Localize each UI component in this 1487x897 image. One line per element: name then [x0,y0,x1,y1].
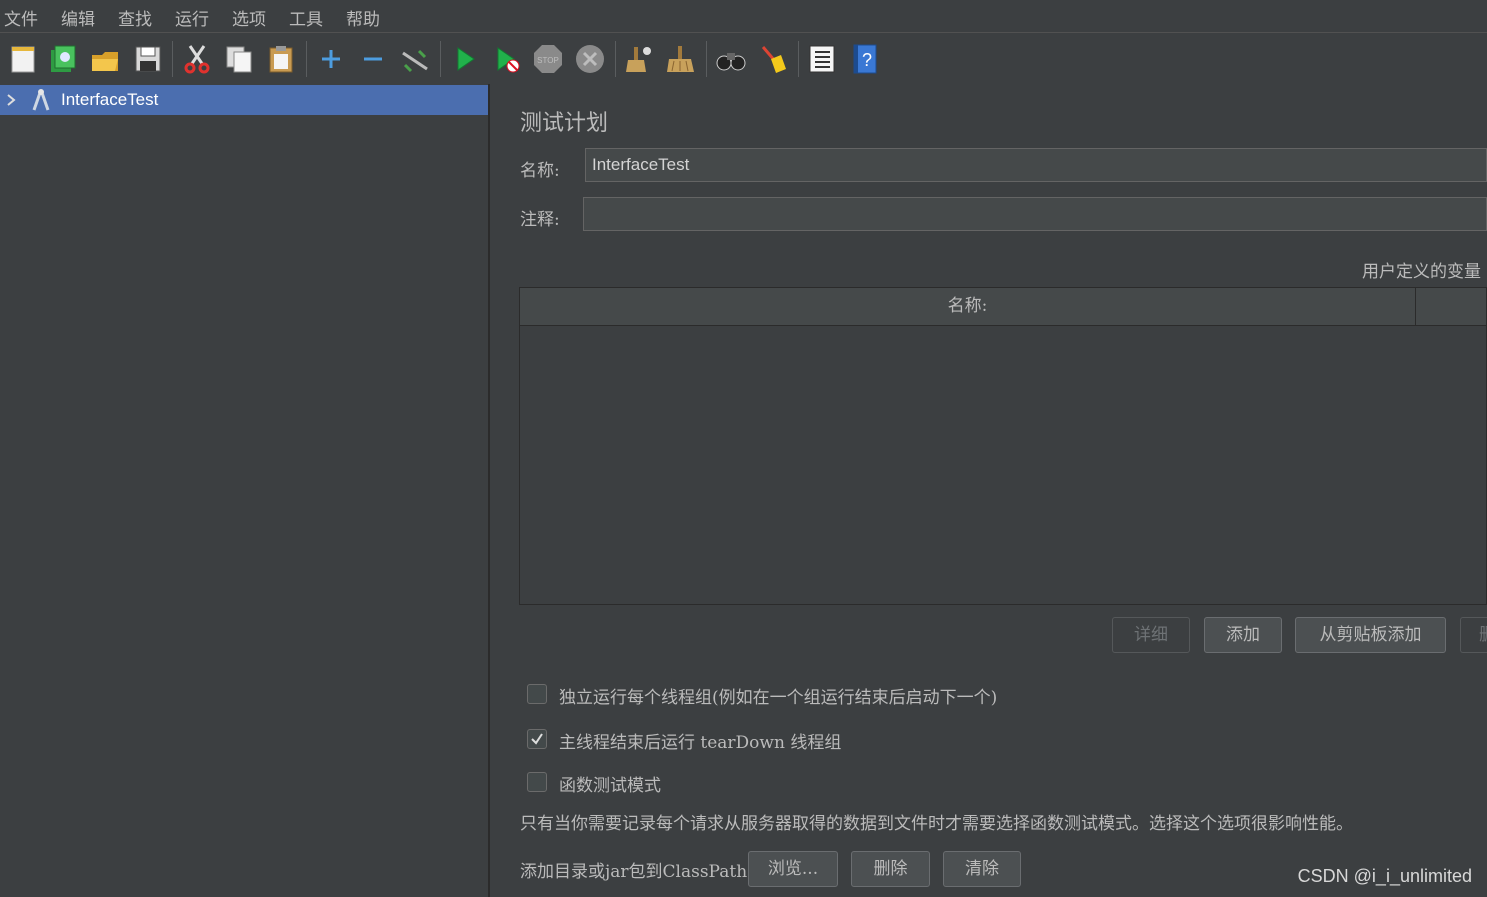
user-variables-title: 用户定义的变量 [1362,262,1481,282]
delete-button[interactable]: 删 [1460,617,1487,653]
toolbar-separator [172,41,173,77]
checkbox-label: 函数测试模式 [559,776,661,796]
checkbox-label: 独立运行每个线程组(例如在一个组运行结束后启动下一个) [559,688,998,708]
save-icon[interactable] [131,42,165,76]
table-header: 名称: [520,288,1486,326]
menu-tools[interactable]: 工具 [289,5,323,30]
column-header-name[interactable]: 名称: [520,288,1416,325]
toolbar-separator [798,41,799,77]
checkbox-label: 主线程结束后运行 tearDown 线程组 [559,733,842,753]
toolbar-separator [306,41,307,77]
cut-icon[interactable] [180,42,214,76]
classpath-clear-button[interactable]: 清除 [943,851,1021,887]
classpath-delete-button[interactable]: 删除 [851,851,930,887]
functional-mode-note: 只有当你需要记录每个请求从服务器取得的数据到文件时才需要选择函数测试模式。选择这… [520,814,1353,834]
menu-help[interactable]: 帮助 [346,5,380,30]
toolbar-separator [615,41,616,77]
toolbar-separator [706,41,707,77]
checkbox[interactable] [527,729,547,749]
help-icon[interactable]: ? [848,42,882,76]
checkmark-icon [531,733,543,745]
add-button[interactable]: 添加 [1204,617,1282,653]
templates-icon[interactable] [46,42,80,76]
start-icon[interactable] [448,42,482,76]
clear-all-icon[interactable] [664,42,698,76]
paste-icon[interactable] [264,42,298,76]
reset-search-icon[interactable] [756,42,790,76]
name-label: 名称: [520,161,560,181]
stop-icon[interactable]: STOP [531,42,565,76]
menu-edit[interactable]: 编辑 [61,5,95,30]
add-from-clipboard-button[interactable]: 从剪贴板添加 [1295,617,1446,653]
expand-icon[interactable] [314,42,348,76]
classpath-label: 添加目录或jar包到ClassPath [520,862,748,882]
test-tree: InterfaceTest [0,84,488,897]
toolbar: STOP ? [0,33,1487,84]
chevron-right-icon[interactable] [4,90,18,110]
search-icon[interactable] [714,42,748,76]
clear-icon[interactable] [622,42,656,76]
shutdown-icon[interactable] [573,42,607,76]
menu-run[interactable]: 运行 [175,5,209,30]
browse-button[interactable]: 浏览... [748,851,838,887]
copy-icon[interactable] [222,42,256,76]
test-plan-icon [32,89,50,111]
menu-file[interactable]: 文件 [4,5,38,30]
new-icon[interactable] [6,42,40,76]
tree-node-label: InterfaceTest [61,90,159,109]
detail-button[interactable]: 详细 [1112,617,1190,653]
menu-options[interactable]: 选项 [232,5,266,30]
page-title: 测试计划 [520,111,609,136]
toggle-icon[interactable] [398,42,432,76]
collapse-icon[interactable] [356,42,390,76]
open-icon[interactable] [88,42,122,76]
menu-bar: 文件 编辑 查找 运行 选项 工具 帮助 [0,0,1487,33]
toolbar-separator [440,41,441,77]
tree-node-test-plan[interactable]: InterfaceTest [0,85,488,115]
comment-label: 注释: [520,210,560,230]
svg-text:?: ? [862,50,872,70]
comment-field[interactable] [583,197,1487,231]
start-no-pauses-icon[interactable] [490,42,524,76]
checkbox[interactable] [527,684,547,704]
user-variables-table[interactable]: 名称: [519,287,1487,605]
svg-text:STOP: STOP [537,56,559,65]
function-helper-icon[interactable] [805,42,839,76]
menu-search[interactable]: 查找 [118,5,152,30]
checkbox[interactable] [527,772,547,792]
watermark: CSDN @i_i_unlimited [1297,866,1472,886]
name-field[interactable]: InterfaceTest [585,148,1487,182]
